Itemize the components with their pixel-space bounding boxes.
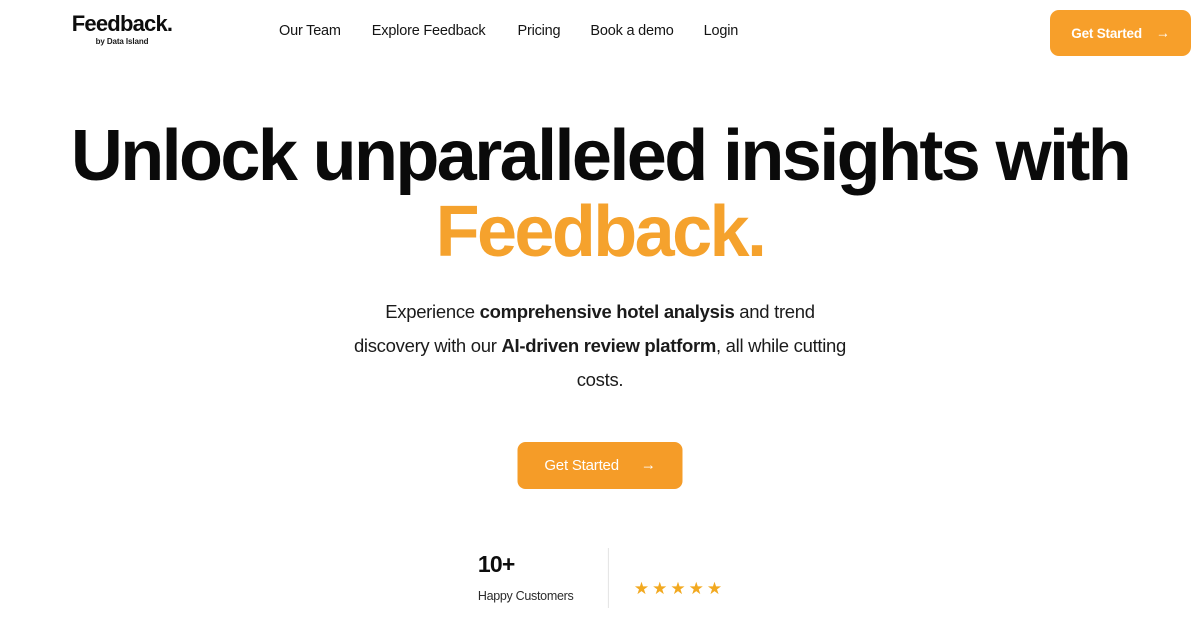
hero-title-line-2-accent: Feedback. [435, 192, 767, 273]
hero-sub-bold-2: AI-driven review platform [501, 335, 716, 357]
star-icon: ★ [652, 578, 668, 598]
star-icon: ★ [688, 578, 704, 598]
star-icon: ★ [633, 578, 650, 598]
hero-title-line-1: Unlock unparalleled insights with [70, 116, 1132, 196]
hero-title: Unlock unparalleled insights with Feedba… [0, 118, 1200, 271]
hero-sub-bold-1: comprehensive hotel analysis [479, 301, 735, 322]
rating-stars: ★ ★ ★ ★ ★ [609, 580, 722, 597]
hero-subheading: Experience comprehensive hotel analysis … [350, 295, 850, 398]
stat-value: 10+ [477, 551, 515, 578]
stat-happy-customers: 10+ Happy Customers [478, 553, 608, 603]
stat-label: Happy Customers [477, 589, 574, 604]
star-icon: ★ [706, 578, 723, 598]
hero-stats: 10+ Happy Customers ★ ★ ★ ★ ★ [478, 547, 722, 609]
arrow-right-icon: → [640, 456, 656, 474]
stats-divider [607, 548, 609, 608]
hero-get-started-button[interactable]: Get Started → [517, 442, 683, 489]
hero-sub-part-1: Experience [385, 301, 480, 322]
hero-get-started-label: Get Started [544, 457, 619, 474]
hero-section: Unlock unparalleled insights with Feedba… [0, 0, 1200, 630]
star-icon: ★ [670, 578, 686, 598]
